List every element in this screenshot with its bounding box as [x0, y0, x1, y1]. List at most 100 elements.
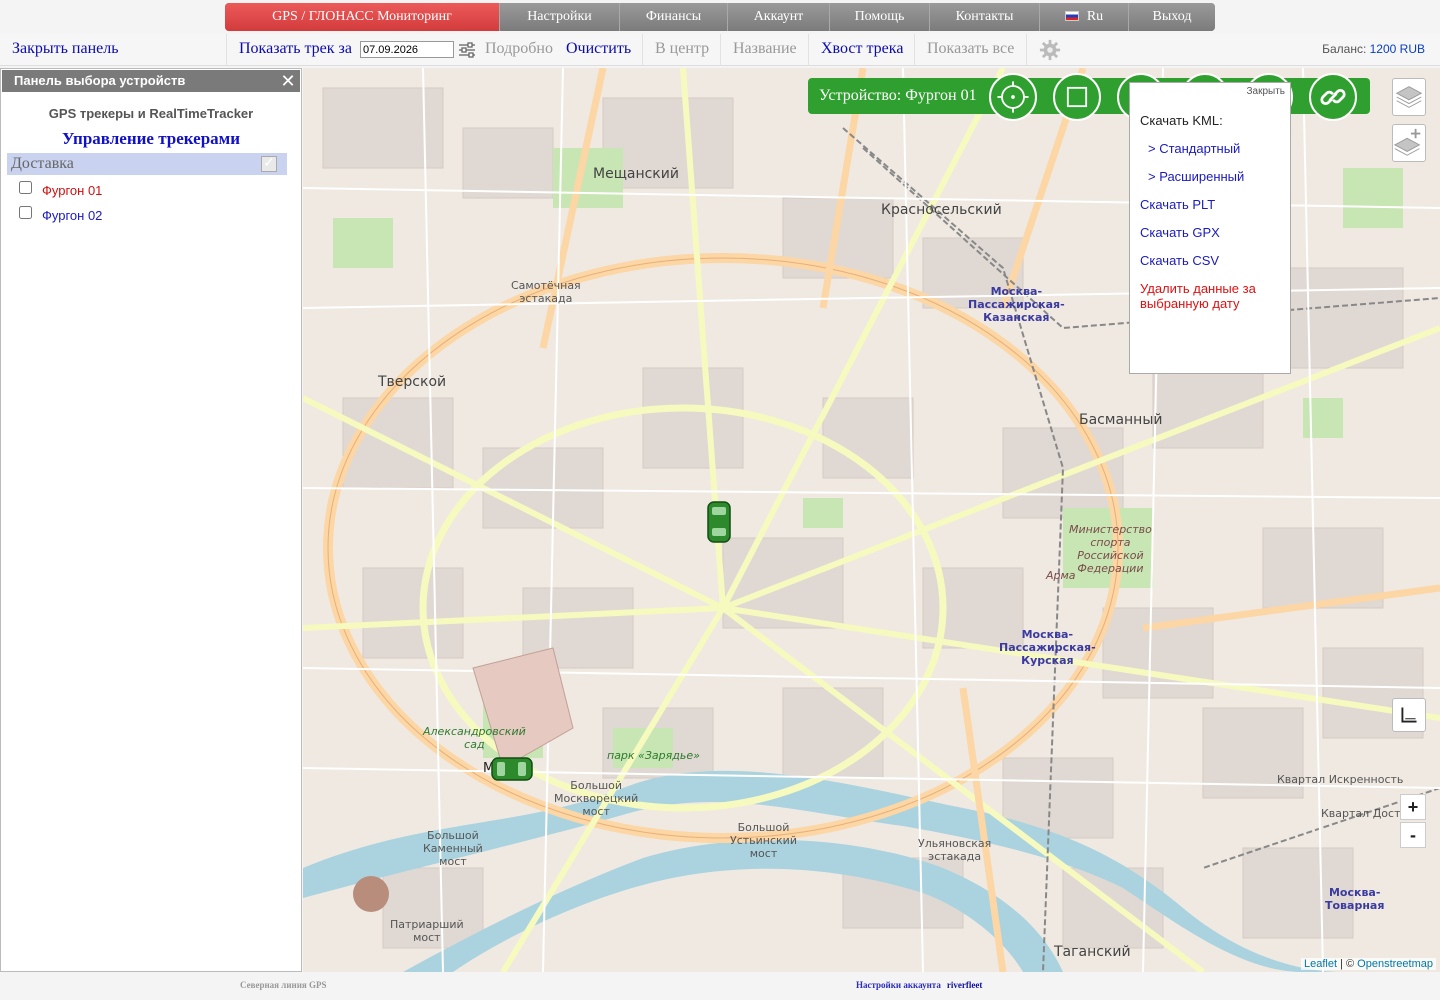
- panel-header: Панель выбора устройств ✕: [2, 70, 300, 92]
- map-label-line: Каменный: [423, 842, 483, 855]
- details-link[interactable]: Подробно: [485, 40, 553, 58]
- group-label: Доставка: [11, 155, 74, 172]
- link-icon[interactable]: [1309, 73, 1357, 121]
- toolbar-divider: [1026, 34, 1027, 66]
- panel-title: Панель выбора устройств: [14, 73, 186, 88]
- map-label: Квартал Искренность: [1277, 773, 1404, 786]
- map-label-line: мост: [439, 855, 467, 868]
- toolbar-divider: [808, 34, 809, 66]
- map-label-line: Пассажирская-: [968, 298, 1065, 311]
- balance-amount[interactable]: 1200 RUB: [1370, 42, 1425, 56]
- zoom-in-button[interactable]: +: [1400, 794, 1426, 820]
- popup-close-link[interactable]: Закрыть: [1246, 86, 1285, 97]
- download-csv-link[interactable]: Скачать CSV: [1140, 253, 1219, 268]
- map-view[interactable]: Мещанский Красносельский Тверской Басман…: [303, 68, 1440, 972]
- zoom-control: + -: [1400, 794, 1426, 848]
- device-selection-panel: Панель выбора устройств ✕ GPS трекеры и …: [0, 68, 302, 972]
- device-group-delivery[interactable]: Доставка ✓: [7, 153, 287, 175]
- clear-link[interactable]: Очистить: [566, 40, 631, 58]
- nav-settings[interactable]: Настройки: [500, 3, 620, 31]
- layers-icon[interactable]: [1392, 78, 1426, 116]
- device-bar-label: Устройство: Фургон 01: [819, 87, 977, 104]
- map-label-line: Казанская: [983, 311, 1050, 324]
- vehicle-marker-icon[interactable]: [490, 754, 534, 784]
- park-label: Александровский сад: [423, 725, 526, 751]
- openstreetmap-link[interactable]: Openstreetmap: [1357, 958, 1433, 970]
- footer-brand[interactable]: Северная линия GPS: [240, 980, 327, 990]
- map-label-line: Большой: [570, 779, 623, 792]
- nav-logout[interactable]: Выход: [1129, 3, 1215, 31]
- device-checkbox[interactable]: [19, 206, 32, 219]
- map-label-line: Самотёчная: [511, 279, 581, 292]
- track-date-input[interactable]: [360, 41, 454, 58]
- name-link[interactable]: Название: [733, 40, 797, 58]
- group-checkbox[interactable]: ✓: [261, 156, 277, 172]
- close-icon[interactable]: ✕: [278, 71, 298, 91]
- bridge-label: Большой Каменный мост: [423, 829, 483, 868]
- delete-data-link[interactable]: Удалить данные за: [1140, 281, 1256, 296]
- crosshair-icon[interactable]: [989, 73, 1037, 121]
- map-label-line: Ульяновская: [918, 837, 992, 850]
- nav-language[interactable]: Ru: [1040, 3, 1129, 31]
- station-label: Москва- Пассажирская- Курская: [999, 628, 1096, 667]
- device-label[interactable]: Фургон 01: [42, 183, 102, 198]
- nav-contacts[interactable]: Контакты: [930, 3, 1040, 31]
- map-label: Самотёчная эстакада: [511, 279, 581, 305]
- map-label-line: Федерации: [1077, 562, 1144, 575]
- toolbar-divider: [914, 34, 915, 66]
- map-label-line: Большой: [427, 829, 479, 842]
- footer-account: Настройки аккаунта riverfleet: [856, 980, 982, 990]
- kml-extended-link[interactable]: > Расширенный: [1148, 169, 1244, 184]
- sliders-icon[interactable]: [458, 41, 476, 59]
- vehicle-marker-icon[interactable]: [704, 500, 734, 544]
- show-all-link[interactable]: Показать все: [927, 40, 1014, 58]
- nav-brand-monitoring[interactable]: GPS / ГЛОНАСС Мониторинг: [225, 3, 500, 31]
- nav-help[interactable]: Помощь: [830, 3, 930, 31]
- station-label: Москва- Товарная: [1325, 886, 1384, 912]
- device-row[interactable]: Фургон 01: [1, 175, 301, 200]
- station-label: Москва- Пассажирская- Казанская: [968, 285, 1065, 324]
- language-label: Ru: [1086, 9, 1104, 24]
- district-label: Тверской: [378, 374, 447, 390]
- bridge-label: Большой Устьинский мост: [730, 821, 797, 860]
- tracker-management-link[interactable]: Управление трекерами: [1, 129, 301, 149]
- map-label-line: Пассажирская-: [999, 641, 1096, 654]
- building-label: Арма: [1046, 569, 1076, 582]
- toolbar-divider: [720, 34, 721, 66]
- map-label-line: Александровский: [423, 725, 526, 738]
- top-navigation: GPS / ГЛОНАСС Мониторинг Настройки Финан…: [225, 3, 1215, 31]
- download-plt-link[interactable]: Скачать PLT: [1140, 197, 1215, 212]
- ruler-icon[interactable]: [1392, 698, 1426, 732]
- gear-icon[interactable]: [1039, 39, 1061, 61]
- leaflet-link[interactable]: Leaflet: [1304, 958, 1337, 970]
- track-tail-link[interactable]: Хвост трека: [821, 40, 903, 58]
- add-layer-icon[interactable]: [1392, 124, 1426, 162]
- zoom-out-button[interactable]: -: [1400, 822, 1426, 848]
- map-label-line: спорта: [1090, 536, 1131, 549]
- device-row[interactable]: Фургон 02: [1, 200, 301, 225]
- map-label-line: сад: [464, 738, 485, 751]
- account-settings-link[interactable]: Настройки аккаунта: [856, 980, 941, 990]
- district-label: Таганский: [1054, 944, 1131, 960]
- delete-data-link-line2[interactable]: выбранную дату: [1140, 296, 1240, 311]
- bridge-label: Большой Москворецкий мост: [554, 779, 638, 818]
- download-menu: Закрыть Скачать KML: > Стандартный > Рас…: [1129, 82, 1291, 374]
- map-label: Ульяновская эстакада: [918, 837, 991, 863]
- kml-standard-link[interactable]: > Стандартный: [1148, 141, 1240, 156]
- nav-account[interactable]: Аккаунт: [728, 3, 830, 31]
- map-label-line: Российской: [1077, 549, 1144, 562]
- close-panel-link[interactable]: Закрыть панель: [12, 40, 119, 58]
- download-gpx-link[interactable]: Скачать GPX: [1140, 225, 1220, 240]
- center-link[interactable]: В центр: [655, 40, 709, 58]
- map-label-line: эстакада: [519, 292, 573, 305]
- account-username[interactable]: riverfleet: [947, 980, 982, 990]
- toolbar-divider: [226, 34, 227, 66]
- balance-display: Баланс: 1200 RUB: [1322, 42, 1425, 56]
- nav-finance[interactable]: Финансы: [620, 3, 728, 31]
- map-label-line: Устьинский: [730, 834, 797, 847]
- device-label[interactable]: Фургон 02: [42, 208, 102, 223]
- device-checkbox[interactable]: [19, 181, 32, 194]
- map-label-line: Москворецкий: [554, 792, 639, 805]
- show-track-link[interactable]: Показать трек за: [239, 40, 352, 58]
- square-icon[interactable]: [1053, 73, 1101, 121]
